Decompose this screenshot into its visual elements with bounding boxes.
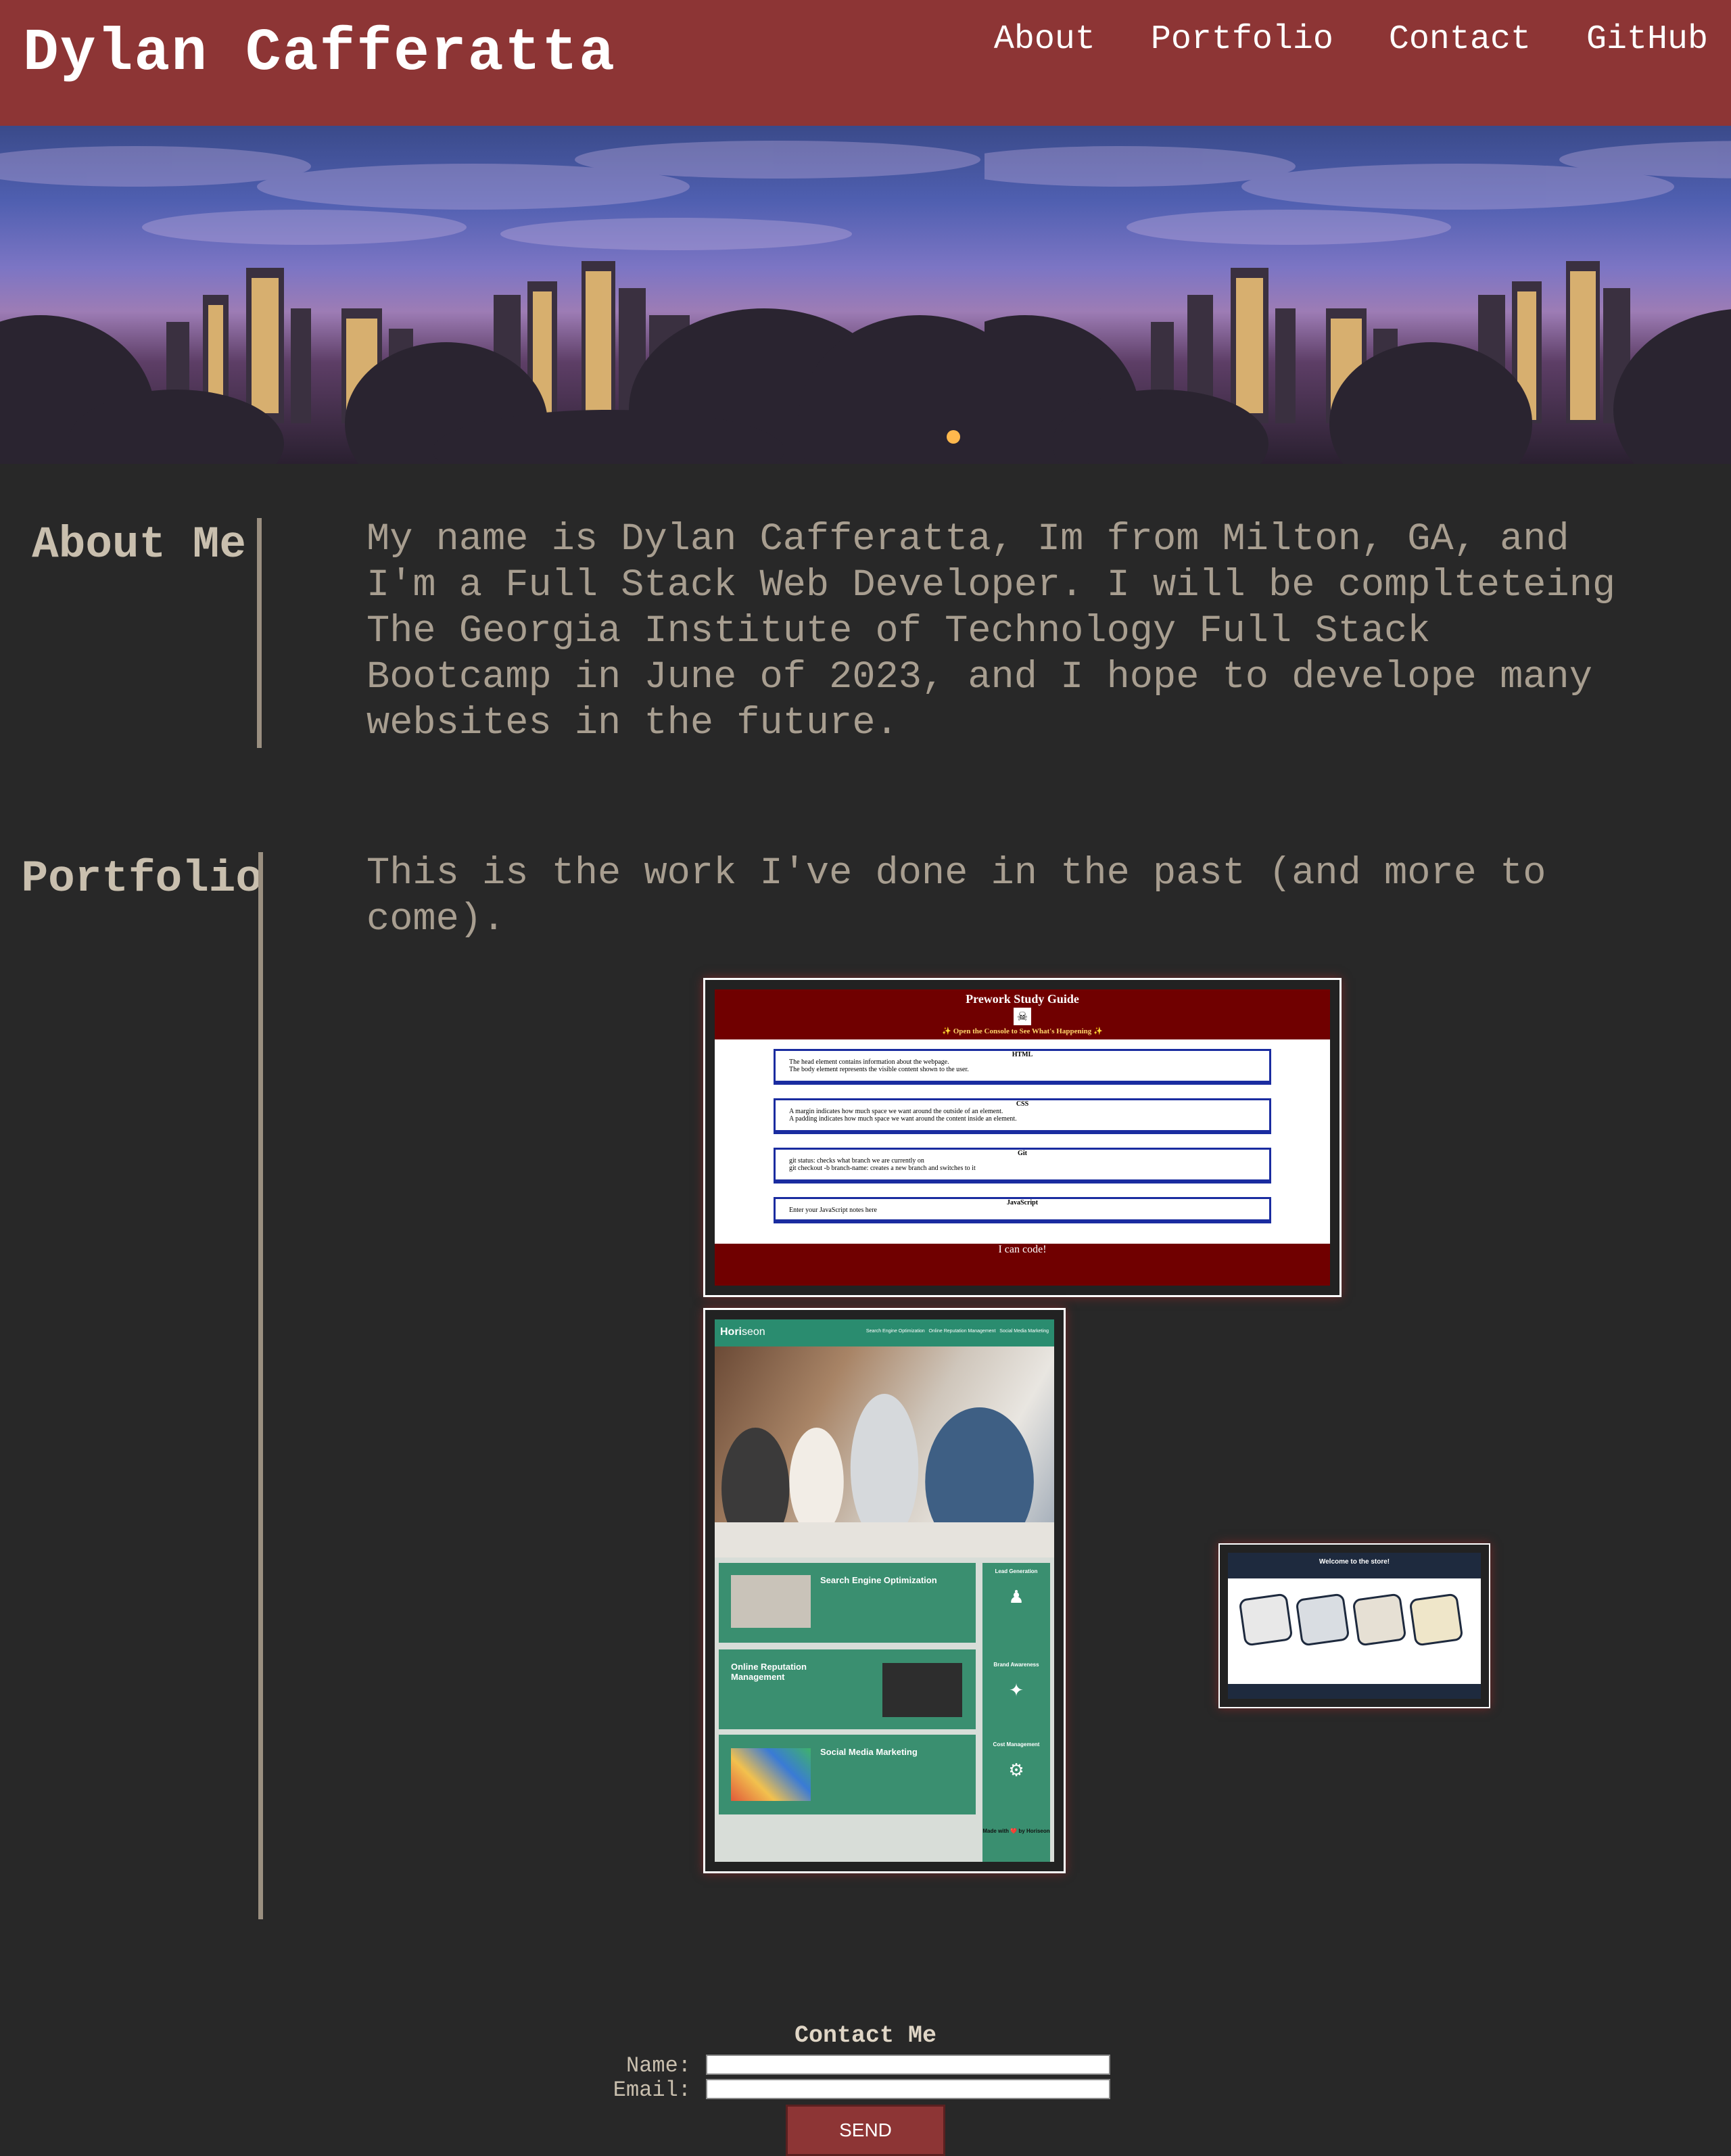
name-field[interactable] — [706, 2055, 1110, 2075]
portfolio-intro: This is the work I've done in the past (… — [366, 852, 1546, 941]
main-nav: About Portfolio Contact GitHub — [966, 20, 1731, 59]
prework-card: JavaScript Enter your JavaScript notes h… — [774, 1197, 1271, 1223]
about-divider — [257, 518, 262, 748]
sidebar-heading: Lead Generation — [995, 1568, 1038, 1574]
card-heading: JavaScript — [1006, 1199, 1039, 1206]
portfolio-heading: Portfolio — [21, 853, 262, 904]
card-title: Search Engine Optimization — [820, 1575, 937, 1585]
horiseon-hero-photo — [715, 1346, 1054, 1557]
seo-photo — [731, 1575, 811, 1628]
card-item: A padding indicates how much space we wa… — [789, 1115, 1017, 1123]
prework-footer: I can code! — [715, 1244, 1330, 1286]
nav-contact-link[interactable]: Contact — [1389, 20, 1531, 59]
email-label: Email: — [613, 2078, 691, 2103]
prework-card: Git git status: checks what branch we ar… — [774, 1148, 1271, 1184]
about-text: My name is Dylan Cafferatta, Im from Mil… — [366, 518, 1616, 745]
nav-about-link[interactable]: About — [994, 20, 1095, 59]
card-title: Social Media Marketing — [820, 1747, 918, 1757]
sidebar-heading: Cost Management — [993, 1741, 1040, 1748]
horiseon-footer: Made with ❤️ by Horiseon — [982, 1828, 1050, 1834]
horiseon-card-social: Social Media Marketing — [719, 1735, 976, 1814]
skyline-image — [0, 126, 985, 464]
cost-icon: ⚙ — [1008, 1760, 1024, 1780]
skull-icon: ☠ — [1014, 1008, 1031, 1025]
card-item: The head element contains information ab… — [789, 1058, 949, 1066]
card-heading: CSS — [1016, 1100, 1029, 1108]
sidebar-heading: Brand Awareness — [993, 1662, 1039, 1668]
card-title: Online Reputation Management — [731, 1662, 807, 1682]
horiseon-card-seo: Search Engine Optimization — [719, 1563, 976, 1643]
prework-footer-text: I can code! — [998, 1244, 1047, 1255]
project-horiseon-screenshot[interactable]: Horiseon Search Engine Optimization Onli… — [703, 1308, 1066, 1873]
site-header: Dylan Cafferatta About Portfolio Contact… — [0, 0, 1731, 126]
skyline-image-repeat — [985, 126, 1731, 464]
store-body — [1228, 1578, 1481, 1684]
nav-github-link[interactable]: GitHub — [1586, 20, 1708, 59]
lead-icon: ♟ — [1008, 1587, 1024, 1607]
contact-heading: Contact Me — [794, 2022, 937, 2049]
send-button[interactable]: SEND — [786, 2105, 945, 2156]
horiseon-logo: Horiseon — [720, 1326, 765, 1338]
nav-portfolio-link[interactable]: Portfolio — [1151, 20, 1333, 59]
prework-subtitle: ✨ Open the Console to See What's Happeni… — [942, 1027, 1103, 1035]
store-title: Welcome to the store! — [1319, 1558, 1390, 1566]
store-item — [1295, 1593, 1350, 1647]
prework-card: HTML The head element contains informati… — [774, 1049, 1271, 1085]
horiseon-nav: Search Engine Optimization Online Reputa… — [866, 1329, 1049, 1334]
social-photo — [731, 1748, 811, 1801]
card-heading: HTML — [1012, 1051, 1033, 1058]
store-item — [1238, 1593, 1294, 1647]
prework-card: CSS A margin indicates how much space we… — [774, 1098, 1271, 1134]
card-heading: Git — [1018, 1150, 1027, 1157]
site-title: Dylan Cafferatta — [23, 20, 616, 87]
store-item — [1352, 1593, 1407, 1647]
prework-title: Prework Study Guide — [966, 992, 1079, 1006]
email-field[interactable] — [706, 2079, 1110, 2099]
reputation-photo — [882, 1663, 962, 1717]
project-store-screenshot[interactable]: Welcome to the store! — [1218, 1543, 1490, 1708]
brand-icon: ✦ — [1009, 1680, 1024, 1700]
name-label: Name: — [625, 2053, 691, 2078]
card-item: git status: checks what branch we are cu… — [789, 1157, 924, 1165]
about-heading: About Me — [32, 519, 246, 570]
portfolio-divider — [258, 852, 263, 1919]
card-item: The body element represents the visible … — [789, 1066, 969, 1073]
project-prework-screenshot[interactable]: Prework Study Guide ☠ ✨ Open the Console… — [703, 978, 1342, 1297]
hero-banner — [0, 126, 1731, 464]
store-item — [1408, 1593, 1464, 1647]
card-item: git checkout -b branch-name: creates a n… — [789, 1165, 976, 1172]
horiseon-sidebar: Lead Generation ♟ Brand Awareness ✦ Cost… — [982, 1563, 1050, 1862]
card-item: A margin indicates how much space we wan… — [789, 1108, 1003, 1115]
horiseon-header: Horiseon Search Engine Optimization Onli… — [715, 1319, 1054, 1346]
card-item: Enter your JavaScript notes here — [789, 1206, 877, 1214]
horiseon-card-reputation: Online Reputation Management — [719, 1649, 976, 1729]
